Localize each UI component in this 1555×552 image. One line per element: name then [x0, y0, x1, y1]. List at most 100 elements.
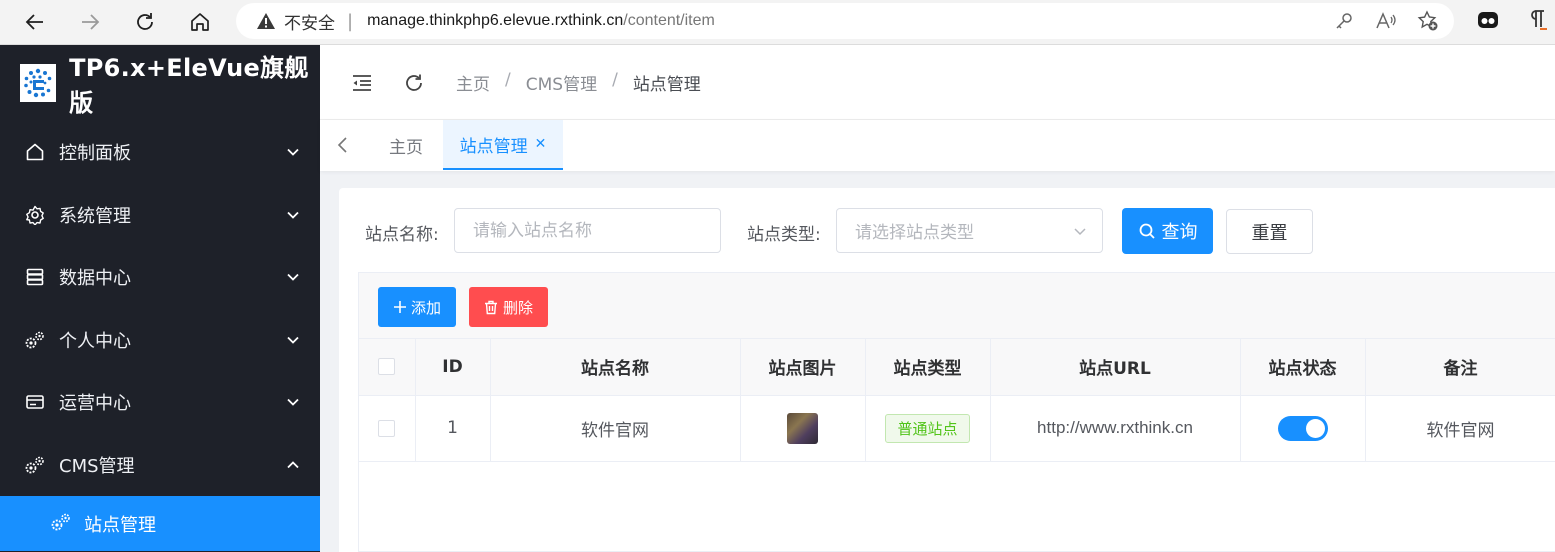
breadcrumb-cms[interactable]: CMS管理 [526, 70, 597, 95]
collapse-menu-button[interactable] [349, 70, 375, 96]
paragraph-icon[interactable] [1526, 8, 1548, 36]
main-panel: 站点名称: 站点类型: 请选择站点类型 查询 重置 添加 删除 [339, 188, 1555, 552]
sidebar-subitem-label: 站点管理 [84, 514, 156, 536]
house-icon [191, 13, 209, 31]
table-row: 1 软件官网 普通站点 http://www.rxthink.cn 软件官网 [359, 395, 1555, 462]
cell-note: 软件官网 [1365, 395, 1555, 462]
chevron-down-icon [287, 148, 299, 156]
cell-site-status [1240, 395, 1366, 462]
sidebar-item-label: 运营中心 [59, 393, 131, 415]
security-indicator[interactable]: 不安全 [256, 9, 335, 34]
column-header: 站点状态 [1240, 339, 1366, 396]
delete-label: 删除 [502, 298, 533, 317]
logo-icon [24, 68, 52, 98]
url-text: manage.thinkphp6.elevue.rxthink.cn/conte… [367, 12, 715, 30]
security-label: 不安全 [284, 13, 335, 34]
home-button[interactable] [185, 7, 215, 37]
site-name-input[interactable] [454, 208, 721, 253]
site-table: ID 站点名称 站点图片 站点类型 站点URL 站点状态 备注 1 软件官网 普… [359, 339, 1555, 462]
chevron-down-icon [287, 211, 299, 219]
reload-icon [137, 13, 153, 30]
home-icon [24, 141, 46, 163]
favorite-add-icon[interactable] [1416, 10, 1440, 32]
cogs-icon [50, 512, 72, 536]
site-type-placeholder: 请选择站点类型 [855, 223, 974, 243]
tabs-bar: 主页 站点管理 ✕ [320, 120, 1555, 171]
arrow-right-icon [82, 14, 100, 30]
tabs-scroll-left-button[interactable] [332, 134, 354, 156]
table-container: 添加 删除 ID 站点名称 站点图片 站点类型 站点URL 站点状态 备注 1 … [358, 272, 1555, 552]
sidebar-item-data-center[interactable]: 数据中心 [0, 246, 320, 309]
key-icon[interactable] [1332, 10, 1356, 32]
status-toggle[interactable] [1277, 415, 1328, 441]
chevron-down-icon [1074, 228, 1086, 236]
sidebar-item-cms[interactable]: CMS管理 [0, 434, 320, 497]
search-form: 站点名称: 站点类型: 请选择站点类型 查询 重置 [339, 208, 1555, 254]
forward-button[interactable] [75, 7, 105, 37]
gear-icon [24, 204, 46, 226]
plus-icon [393, 301, 406, 313]
sidebar: TP6.x+EleVue旗舰版 控制面板 系统管理 数据中心 个人中心 运营中心… [0, 45, 320, 552]
chevron-down-icon [287, 336, 299, 344]
card-icon [24, 391, 46, 413]
row-select-cell[interactable] [359, 395, 416, 462]
sidebar-item-label: 个人中心 [59, 330, 131, 352]
chevron-up-icon [287, 460, 299, 468]
cell-site-url: http://www.rxthink.cn [990, 395, 1241, 462]
tab-home[interactable]: 主页 [389, 120, 423, 170]
sidebar-item-label: CMS管理 [59, 455, 135, 477]
sidebar-item-label: 系统管理 [59, 205, 131, 227]
select-all-cell[interactable] [359, 339, 416, 396]
add-label: 添加 [410, 298, 441, 317]
sidebar-subitem-site-management[interactable]: 站点管理 [0, 496, 320, 551]
add-button[interactable]: 添加 [378, 287, 456, 327]
tab-label: 站点管理 [459, 136, 528, 157]
site-type-select[interactable]: 请选择站点类型 [836, 208, 1103, 253]
sidebar-item-label: 控制面板 [59, 143, 131, 165]
url-path: /content/item [623, 12, 715, 29]
sidebar-item-system[interactable]: 系统管理 [0, 184, 320, 247]
reload-button[interactable] [130, 7, 160, 37]
breadcrumb-current: 站点管理 [632, 75, 701, 95]
arrow-left-icon [25, 14, 43, 30]
column-header: 备注 [1365, 339, 1555, 396]
refresh-button[interactable] [401, 70, 427, 96]
sidebar-item-personal[interactable]: 个人中心 [0, 309, 320, 372]
column-header: ID [415, 339, 491, 396]
cell-id: 1 [415, 395, 491, 462]
close-icon[interactable]: ✕ [535, 136, 547, 152]
sidebar-item-dashboard[interactable]: 控制面板 [0, 121, 320, 184]
cogs-icon [24, 329, 46, 351]
row-checkbox[interactable] [378, 419, 396, 437]
extension-icon[interactable] [1476, 8, 1500, 36]
read-aloud-icon[interactable] [1374, 10, 1398, 32]
site-thumbnail[interactable] [787, 412, 818, 444]
sidebar-item-label: 数据中心 [59, 268, 131, 290]
reset-button[interactable]: 重置 [1226, 209, 1313, 254]
delete-button[interactable]: 删除 [469, 287, 548, 327]
refresh-icon [406, 74, 422, 91]
logo-row[interactable]: TP6.x+EleVue旗舰版 [0, 45, 320, 121]
query-label: 查询 [1161, 222, 1198, 243]
breadcrumb: 主页 / CMS管理 / 站点管理 [456, 70, 701, 95]
column-header: 站点URL [990, 339, 1241, 396]
search-icon [1139, 223, 1155, 239]
query-button[interactable]: 查询 [1122, 208, 1213, 254]
breadcrumb-home[interactable]: 主页 [456, 70, 490, 95]
chevron-left-icon [337, 137, 347, 153]
tab-label: 主页 [389, 137, 423, 158]
column-header: 站点图片 [740, 339, 866, 396]
table-header-row: ID 站点名称 站点图片 站点类型 站点URL 站点状态 备注 [359, 339, 1555, 396]
tab-site-management[interactable]: 站点管理 ✕ [443, 120, 563, 170]
sidebar-item-operations[interactable]: 运营中心 [0, 371, 320, 434]
site-type-label: 站点类型: [747, 225, 821, 245]
address-bar[interactable]: 不安全 | manage.thinkphp6.elevue.rxthink.cn… [236, 3, 1454, 39]
breadcrumb-separator: / [505, 70, 511, 90]
database-icon [24, 266, 46, 288]
column-header: 站点名称 [490, 339, 741, 396]
breadcrumb-separator: / [612, 70, 618, 90]
select-all-checkbox[interactable] [378, 358, 396, 376]
back-button[interactable] [20, 7, 50, 37]
trash-icon [484, 300, 497, 314]
cell-site-name: 软件官网 [490, 395, 741, 462]
